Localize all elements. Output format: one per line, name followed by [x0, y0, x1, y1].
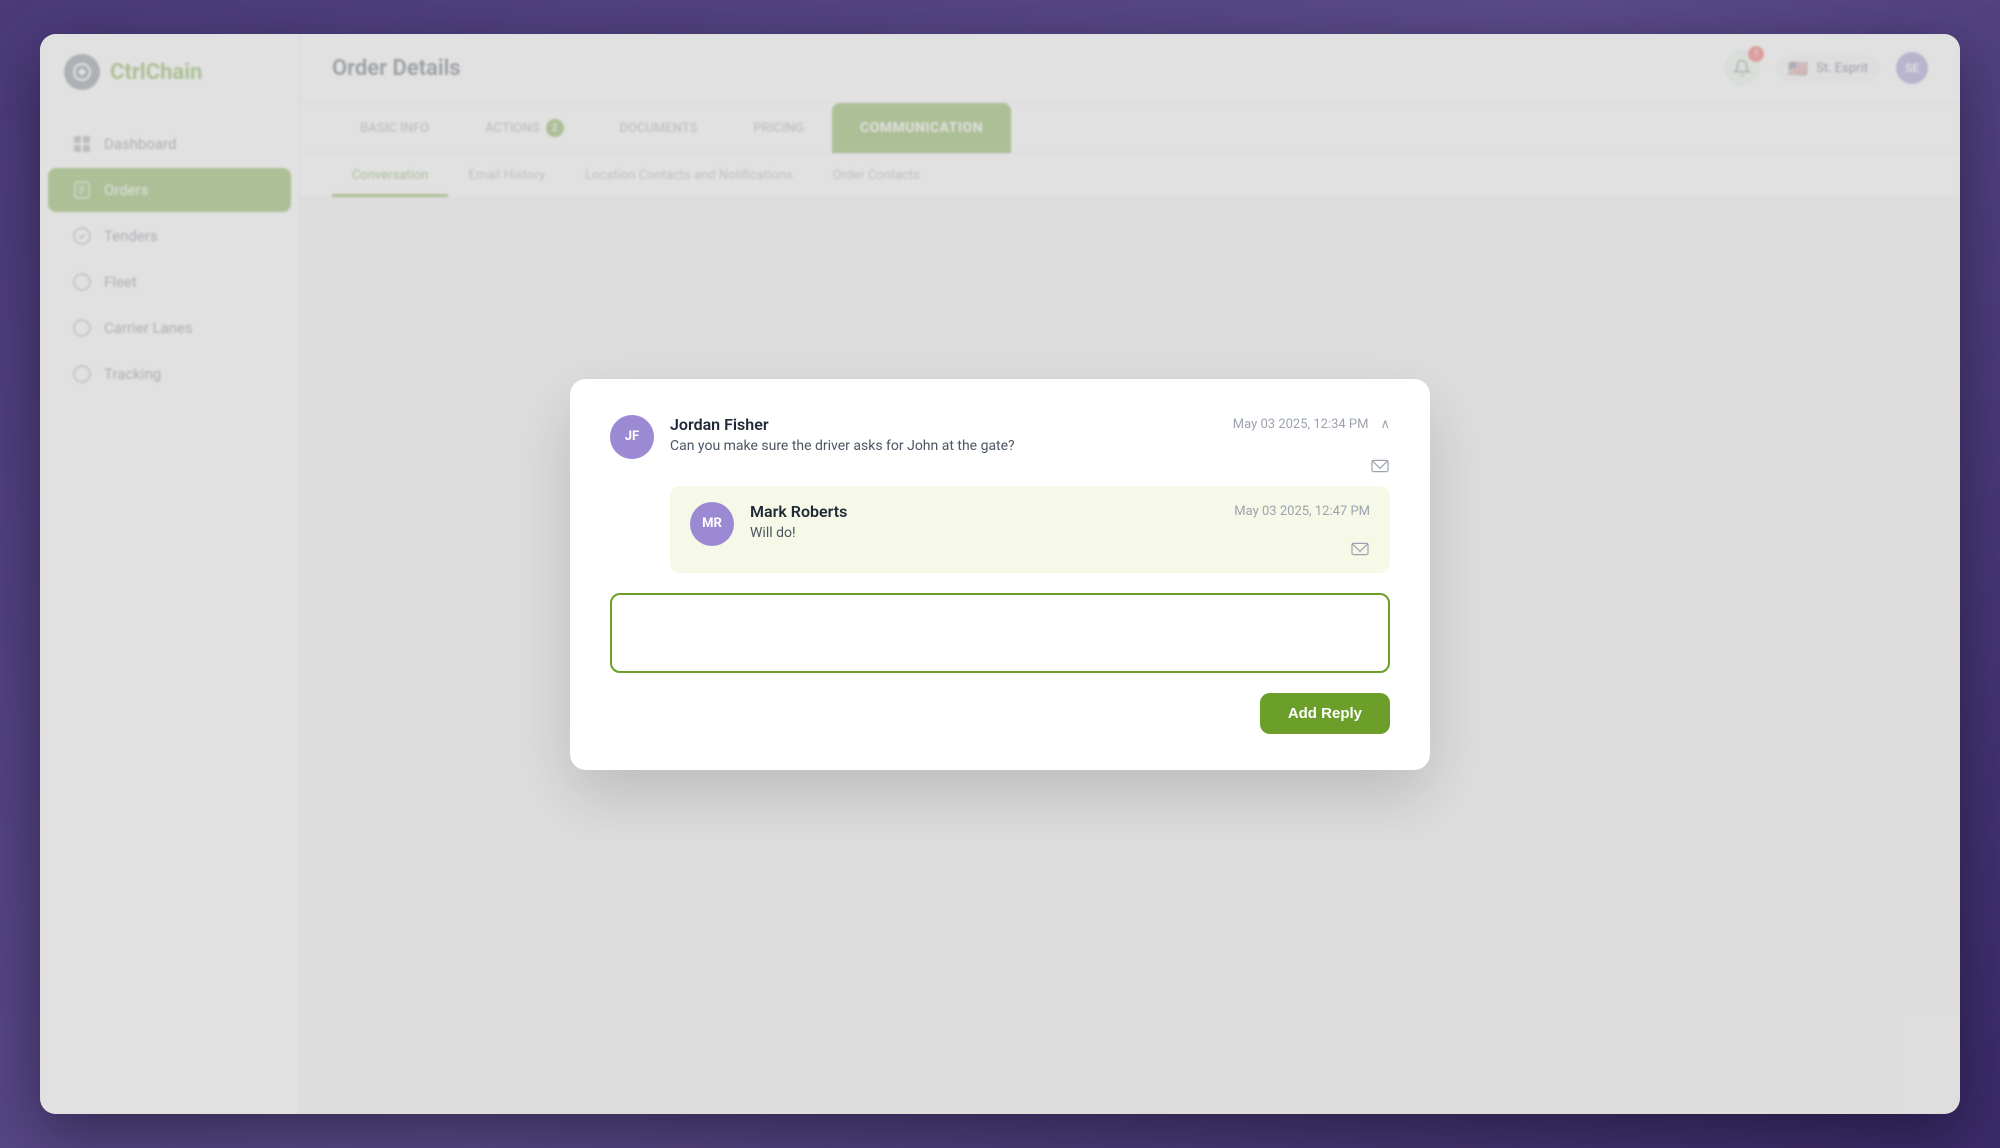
- message-timestamp-jordan: May 03 2025, 12:34 PM: [1233, 417, 1369, 432]
- reply-actions: Add Reply: [610, 693, 1390, 734]
- reply-meta-mark: May 03 2025, 12:47 PM: [1234, 504, 1370, 519]
- add-reply-button[interactable]: Add Reply: [1260, 693, 1390, 734]
- email-icon-mark[interactable]: [750, 541, 1370, 557]
- message-author-jordan: Jordan Fisher: [670, 415, 769, 434]
- message-text-jordan: Can you make sure the driver asks for Jo…: [670, 438, 1390, 454]
- email-icon-jordan[interactable]: [670, 458, 1390, 474]
- conversation-modal: JF Jordan Fisher May 03 2025, 12:34 PM ∧…: [570, 379, 1430, 770]
- reply-timestamp-mark: May 03 2025, 12:47 PM: [1234, 504, 1370, 519]
- reply-block-mark: MR Mark Roberts May 03 2025, 12:47 PM Wi…: [670, 486, 1390, 573]
- modal-overlay: JF Jordan Fisher May 03 2025, 12:34 PM ∧…: [40, 34, 1960, 1114]
- message-body-jordan: Jordan Fisher May 03 2025, 12:34 PM ∧ Ca…: [670, 415, 1390, 474]
- avatar-mark: MR: [690, 502, 734, 546]
- reply-textarea-container: [610, 593, 1390, 677]
- reply-textarea[interactable]: [610, 593, 1390, 673]
- message-thread: JF Jordan Fisher May 03 2025, 12:34 PM ∧…: [610, 415, 1390, 573]
- chevron-up-icon[interactable]: ∧: [1380, 417, 1390, 432]
- reply-header-mark: Mark Roberts May 03 2025, 12:47 PM: [750, 502, 1370, 521]
- message-meta-jordan: May 03 2025, 12:34 PM ∧: [1233, 417, 1390, 432]
- reply-body-mark: Mark Roberts May 03 2025, 12:47 PM Will …: [750, 502, 1370, 557]
- message-item-jordan: JF Jordan Fisher May 03 2025, 12:34 PM ∧…: [610, 415, 1390, 474]
- reply-text-mark: Will do!: [750, 525, 1370, 541]
- message-header-jordan: Jordan Fisher May 03 2025, 12:34 PM ∧: [670, 415, 1390, 434]
- avatar-jordan: JF: [610, 415, 654, 459]
- reply-author-mark: Mark Roberts: [750, 502, 847, 521]
